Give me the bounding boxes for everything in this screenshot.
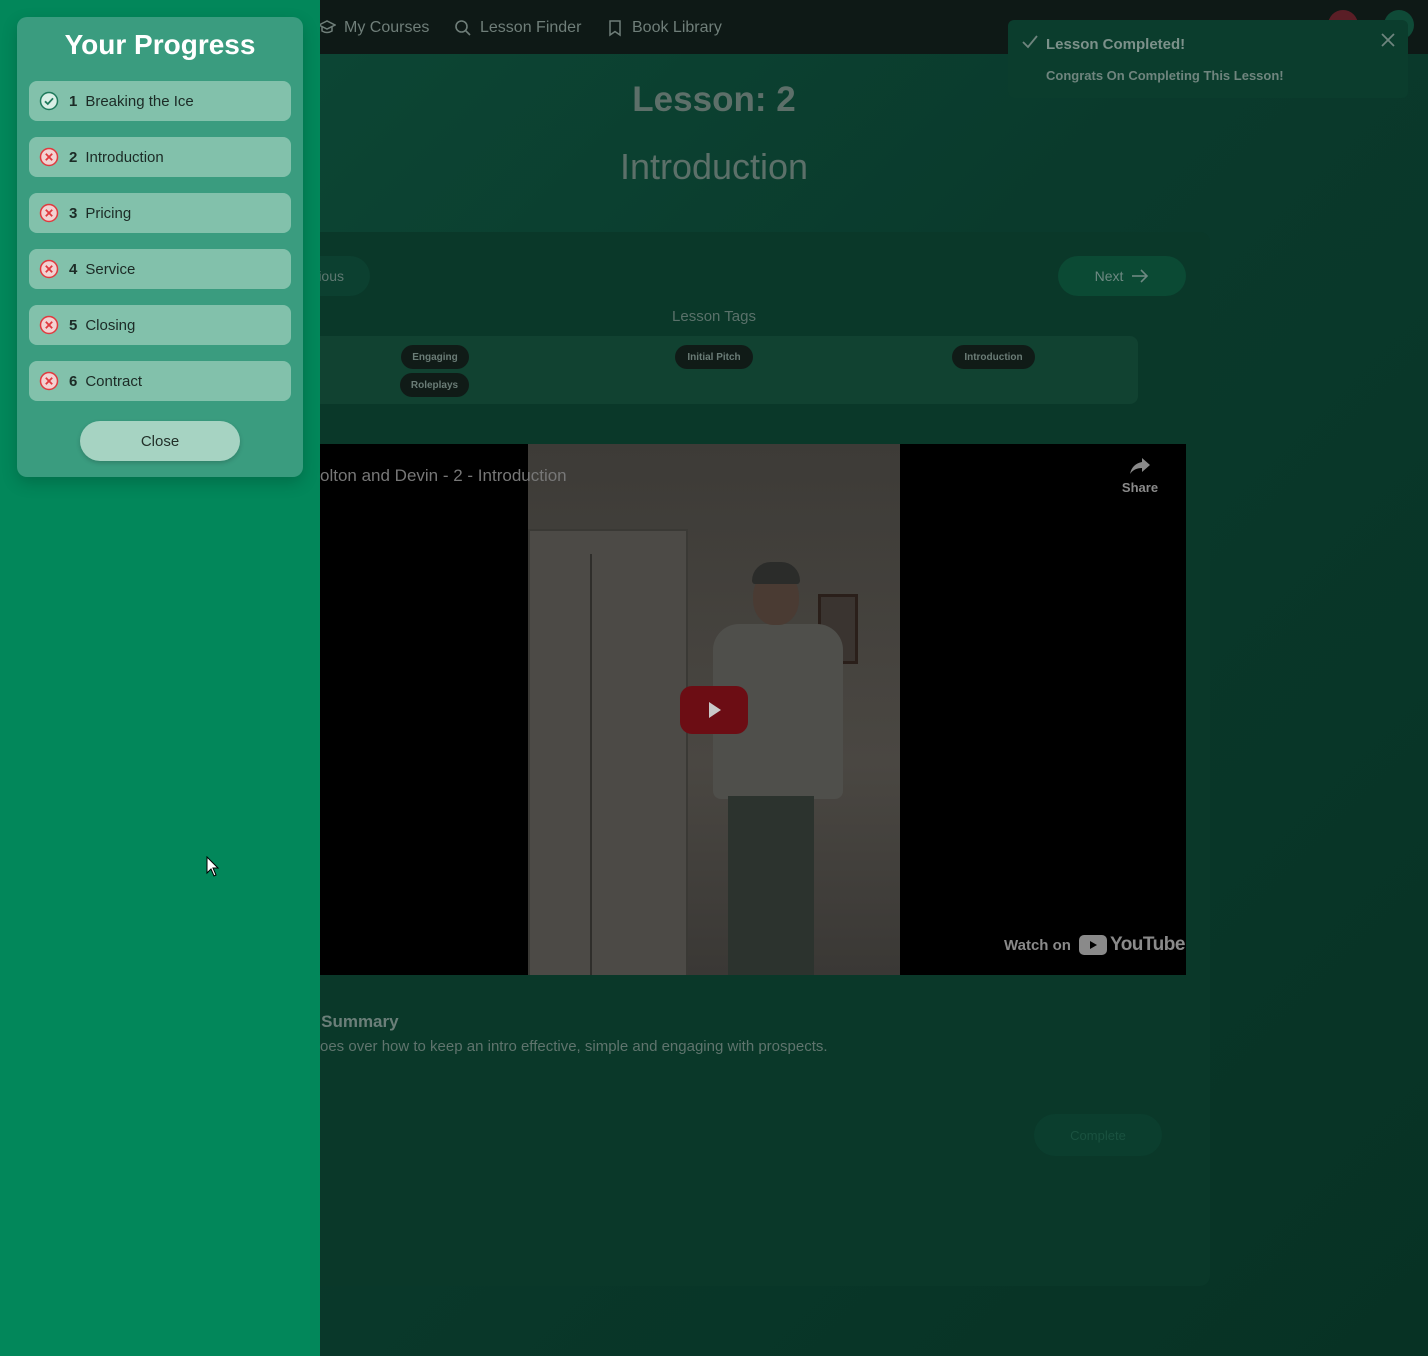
nav-book-library-label: Book Library (632, 19, 722, 36)
youtube-play-icon (1078, 935, 1107, 955)
nav-lesson-finder-label: Lesson Finder (480, 19, 582, 36)
close-icon[interactable] (1378, 30, 1398, 50)
next-button[interactable]: Next (1058, 256, 1186, 296)
progress-item-label: Pricing (85, 204, 132, 222)
thumbnail-person-legs (728, 796, 814, 975)
video-title[interactable]: olton and Devin - 2 - Introduction (320, 466, 567, 486)
cap-icon (318, 20, 336, 34)
thumbnail-person-cap (752, 562, 800, 584)
toast-title: Lesson Completed! (1046, 36, 1186, 53)
watch-on-label: Watch on (1004, 936, 1071, 954)
complete-button[interactable]: Complete (1034, 1114, 1162, 1156)
progress-item-breaking-the-ice[interactable]: 1 Breaking the Ice (29, 81, 291, 121)
progress-item-number: 5 (69, 316, 78, 334)
share-button[interactable]: Share (1116, 456, 1164, 506)
next-button-label: Next (1094, 268, 1124, 284)
progress-panel: Your Progress 1 Breaking the Ice 2 Intro… (17, 17, 303, 477)
x-circle-icon (39, 259, 59, 279)
thumbnail-door-split (590, 554, 592, 975)
tag-roleplays[interactable]: Roleplays (400, 373, 469, 397)
nav-my-courses-label: My Courses (344, 19, 430, 36)
progress-item-pricing[interactable]: 3 Pricing (29, 193, 291, 233)
progress-sidebar: Your Progress 1 Breaking the Ice 2 Intro… (0, 0, 320, 1356)
tag-introduction[interactable]: Introduction (952, 345, 1035, 369)
check-icon (1022, 35, 1038, 49)
progress-item-number: 3 (69, 204, 78, 222)
video-player[interactable]: olton and Devin - 2 - Introduction Share… (320, 444, 1186, 975)
x-circle-icon (39, 203, 59, 223)
search-icon (455, 20, 471, 36)
progress-item-label: Breaking the Ice (85, 92, 194, 110)
close-button[interactable]: Close (80, 421, 240, 461)
progress-item-closing[interactable]: 5 Closing (29, 305, 291, 345)
summary-text: oes over how to keep an intro effective,… (320, 1038, 828, 1055)
play-button[interactable] (680, 686, 748, 734)
watch-on-youtube-link[interactable]: Watch on YouTube (1004, 934, 1185, 956)
progress-title: Your Progress (64, 29, 256, 60)
nav-my-courses[interactable]: My Courses (318, 16, 429, 40)
progress-item-label: Closing (85, 316, 136, 334)
progress-item-number: 4 (69, 260, 78, 278)
progress-item-introduction[interactable]: 2 Introduction (29, 137, 291, 177)
youtube-logo: YouTube (1078, 934, 1185, 956)
thumbnail-door (528, 529, 688, 975)
arrow-right-icon (1132, 269, 1149, 283)
progress-item-service[interactable]: 4 Service (29, 249, 291, 289)
share-label: Share (1121, 480, 1159, 495)
share-icon (1130, 458, 1150, 474)
progress-item-number: 2 (69, 148, 78, 166)
play-icon (709, 702, 721, 718)
progress-item-label: Service (85, 260, 136, 278)
nav-lesson-finder[interactable]: Lesson Finder (454, 16, 581, 40)
nav-book-library[interactable]: Book Library (606, 16, 722, 40)
tag-initial-pitch[interactable]: Initial Pitch (675, 345, 753, 369)
progress-item-label: Contract (85, 372, 143, 390)
bookmark-icon (609, 20, 621, 37)
check-circle-icon (39, 91, 59, 111)
x-circle-icon (39, 315, 59, 335)
youtube-wordmark: YouTube (1109, 934, 1185, 955)
progress-item-number: 1 (69, 92, 78, 110)
progress-item-number: 6 (69, 372, 78, 390)
progress-item-label: Introduction (85, 148, 164, 166)
x-circle-icon (39, 371, 59, 391)
mouse-cursor-icon (206, 856, 220, 877)
progress-item-contract[interactable]: 6 Contract (29, 361, 291, 401)
complete-button-label: Complete (1070, 1127, 1126, 1143)
x-circle-icon (39, 147, 59, 167)
tag-engaging[interactable]: Engaging (401, 345, 469, 369)
